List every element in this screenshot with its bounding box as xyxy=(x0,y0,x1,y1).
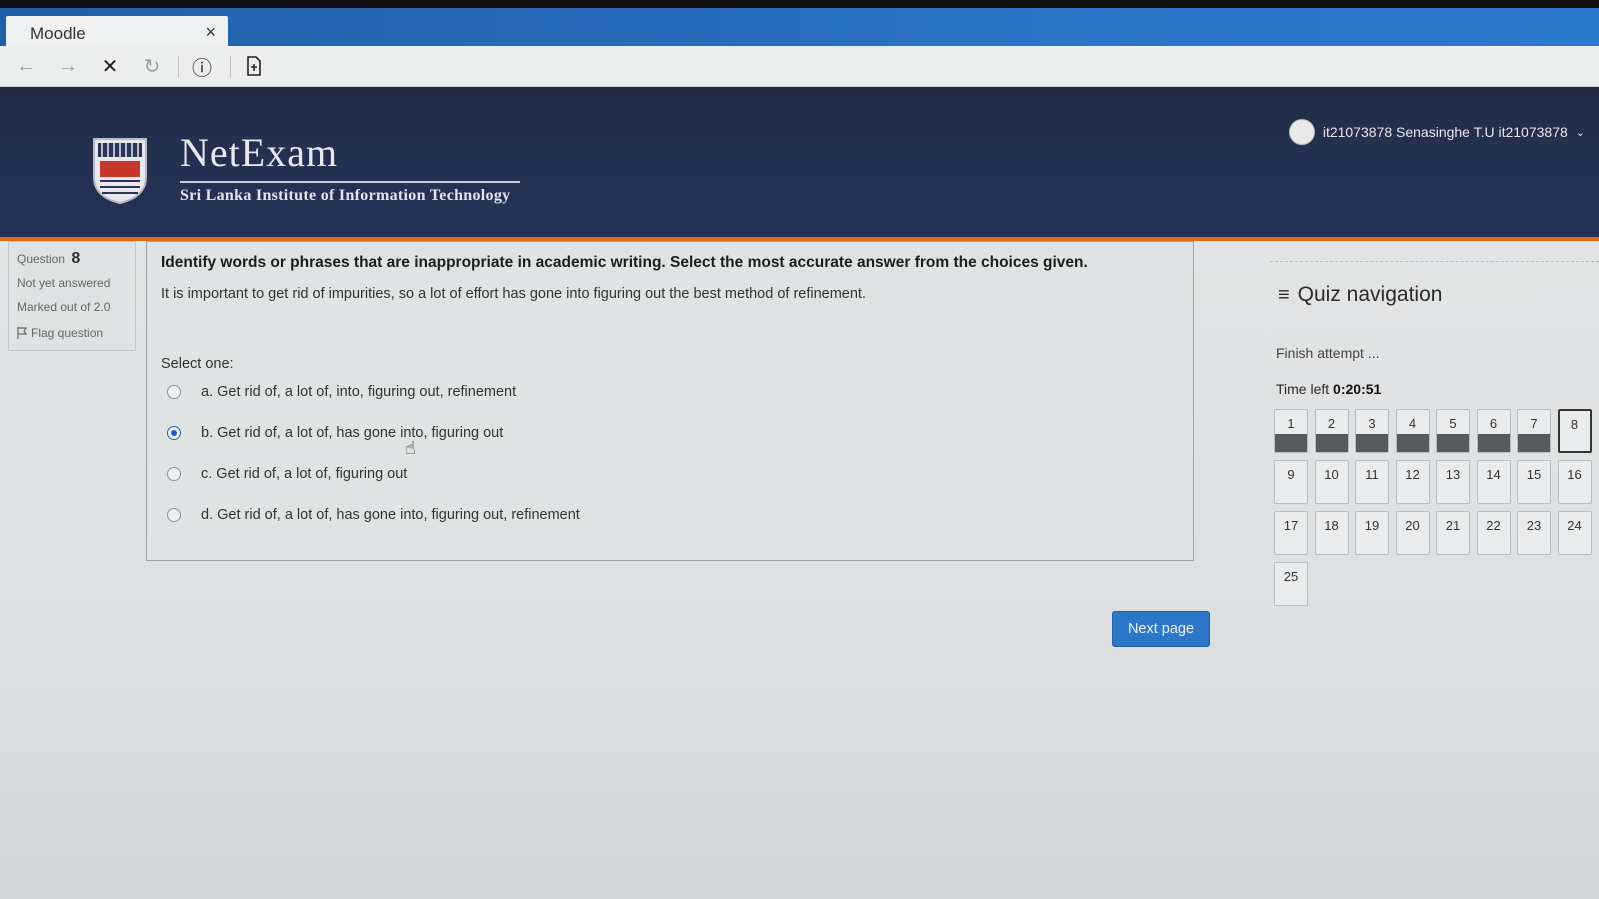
toolbar-divider xyxy=(178,56,179,78)
option-d-label[interactable]: d. Get rid of, a lot of, has gone into, … xyxy=(201,507,580,523)
back-icon[interactable]: ← xyxy=(12,52,40,80)
flag-question-label: Flag question xyxy=(31,326,104,340)
stop-icon[interactable]: ✕ xyxy=(96,52,124,80)
forward-icon[interactable]: → xyxy=(54,52,82,80)
quiz-nav-question-22[interactable]: 22 xyxy=(1476,511,1511,555)
option-a[interactable]: a. Get rid of, a lot of, into, figuring … xyxy=(167,384,516,400)
quiz-nav-question-13[interactable]: 13 xyxy=(1436,460,1470,504)
tab-title: Moodle xyxy=(30,24,86,43)
option-c[interactable]: c. Get rid of, a lot of, figuring out xyxy=(167,466,407,482)
question-box: Identify words or phrases that are inapp… xyxy=(146,241,1194,561)
option-a-label[interactable]: a. Get rid of, a lot of, into, figuring … xyxy=(201,384,516,400)
quiz-nav-divider xyxy=(1270,261,1599,262)
quiz-nav-question-4[interactable]: 4 xyxy=(1395,409,1430,453)
option-a-radio[interactable] xyxy=(167,385,181,399)
quiz-nav-question-10[interactable]: 10 xyxy=(1314,460,1349,504)
option-b-radio[interactable] xyxy=(167,426,181,440)
time-left-value: 0:20:51 xyxy=(1333,381,1382,397)
question-marks: Marked out of 2.0 xyxy=(17,300,111,314)
quiz-nav-question-1[interactable]: 1 xyxy=(1274,409,1308,453)
quiz-nav-question-23[interactable]: 23 xyxy=(1517,511,1551,555)
quiz-nav-question-25[interactable]: 25 xyxy=(1274,562,1308,606)
tab-close-icon[interactable]: × xyxy=(205,22,216,43)
flag-question-link[interactable]: Flag question xyxy=(17,326,103,340)
toolbar-divider xyxy=(230,56,231,78)
flag-icon xyxy=(17,327,27,339)
quiz-nav-question-11[interactable]: 11 xyxy=(1355,460,1389,504)
page-icon-svg xyxy=(247,56,261,76)
quiz-nav-question-16[interactable]: 16 xyxy=(1557,460,1592,504)
info-icon[interactable]: ⓘ xyxy=(188,52,216,80)
option-c-radio[interactable] xyxy=(167,467,181,481)
quiz-nav-question-19[interactable]: 19 xyxy=(1355,511,1389,555)
option-d-radio[interactable] xyxy=(167,508,181,522)
question-status: Not yet answered xyxy=(17,276,111,290)
quiz-nav-question-9[interactable]: 9 xyxy=(1274,460,1308,504)
question-info-panel: Question 8 Not yet answered Marked out o… xyxy=(8,241,136,351)
quiz-nav-question-24[interactable]: 24 xyxy=(1557,511,1592,555)
question-number-line: Question 8 xyxy=(17,250,80,268)
sliit-crest-logo xyxy=(93,138,147,205)
site-header: NetExam Sri Lanka Institute of Informati… xyxy=(0,87,1599,241)
finish-attempt-link[interactable]: Finish attempt ... xyxy=(1276,345,1379,361)
page-icon[interactable] xyxy=(240,52,268,80)
quiz-nav-question-14[interactable]: 14 xyxy=(1476,460,1511,504)
question-number: 8 xyxy=(71,250,81,267)
quiz-nav-question-12[interactable]: 12 xyxy=(1395,460,1430,504)
option-b[interactable]: b. Get rid of, a lot of, has gone into, … xyxy=(167,425,503,441)
time-left: Time left 0:20:51 xyxy=(1276,381,1381,397)
avatar xyxy=(1288,119,1315,145)
brand-underline xyxy=(180,181,520,183)
quiz-nav-question-18[interactable]: 18 xyxy=(1314,511,1349,555)
hand-cursor-icon: ☝ xyxy=(405,438,416,458)
quiz-nav-question-8[interactable]: 8 xyxy=(1557,409,1592,453)
browser-tab-bar: Moodle × xyxy=(0,8,1599,54)
quiz-nav-title-text: Quiz navigation xyxy=(1297,283,1443,306)
menu-icon[interactable]: ≡ xyxy=(1278,284,1290,307)
option-c-label[interactable]: c. Get rid of, a lot of, figuring out xyxy=(201,466,407,482)
main-content: Question 8 Not yet answered Marked out o… xyxy=(0,241,1599,899)
brand-title: NetExam xyxy=(180,130,339,175)
quiz-nav-question-20[interactable]: 20 xyxy=(1395,511,1430,555)
reload-icon[interactable]: ↻ xyxy=(138,52,166,80)
next-page-button[interactable]: Next page xyxy=(1112,611,1210,647)
question-sentence: It is important to get rid of impurities… xyxy=(161,286,866,302)
quiz-nav-question-2[interactable]: 2 xyxy=(1314,409,1349,453)
quiz-nav-question-7[interactable]: 7 xyxy=(1517,409,1551,453)
question-prompt: Identify words or phrases that are inapp… xyxy=(161,254,1088,271)
quiz-nav-title: ≡ Quiz navigation xyxy=(1278,283,1442,307)
quiz-nav-question-17[interactable]: 17 xyxy=(1274,511,1308,555)
option-d[interactable]: d. Get rid of, a lot of, has gone into, … xyxy=(167,507,580,523)
brand-subtitle: Sri Lanka Institute of Information Techn… xyxy=(180,187,511,204)
option-b-label[interactable]: b. Get rid of, a lot of, has gone into, … xyxy=(201,425,503,441)
time-left-label: Time left xyxy=(1276,381,1330,397)
chevron-down-icon: ⌄ xyxy=(1575,126,1585,139)
quiz-nav-question-21[interactable]: 21 xyxy=(1436,511,1470,555)
browser-toolbar: ← → ✕ ↻ ⓘ xyxy=(0,46,1599,87)
question-label: Question xyxy=(17,252,66,266)
select-one-label: Select one: xyxy=(161,356,234,372)
quiz-nav-question-15[interactable]: 15 xyxy=(1517,460,1551,504)
user-menu[interactable]: it21073878 Senasinghe T.U it21073878 ⌄ xyxy=(1288,119,1585,145)
quiz-nav-question-3[interactable]: 3 xyxy=(1355,409,1389,453)
quiz-nav-question-5[interactable]: 5 xyxy=(1436,409,1470,453)
user-name: it21073878 Senasinghe T.U it21073878 xyxy=(1322,124,1568,140)
quiz-nav-question-6[interactable]: 6 xyxy=(1476,409,1511,453)
